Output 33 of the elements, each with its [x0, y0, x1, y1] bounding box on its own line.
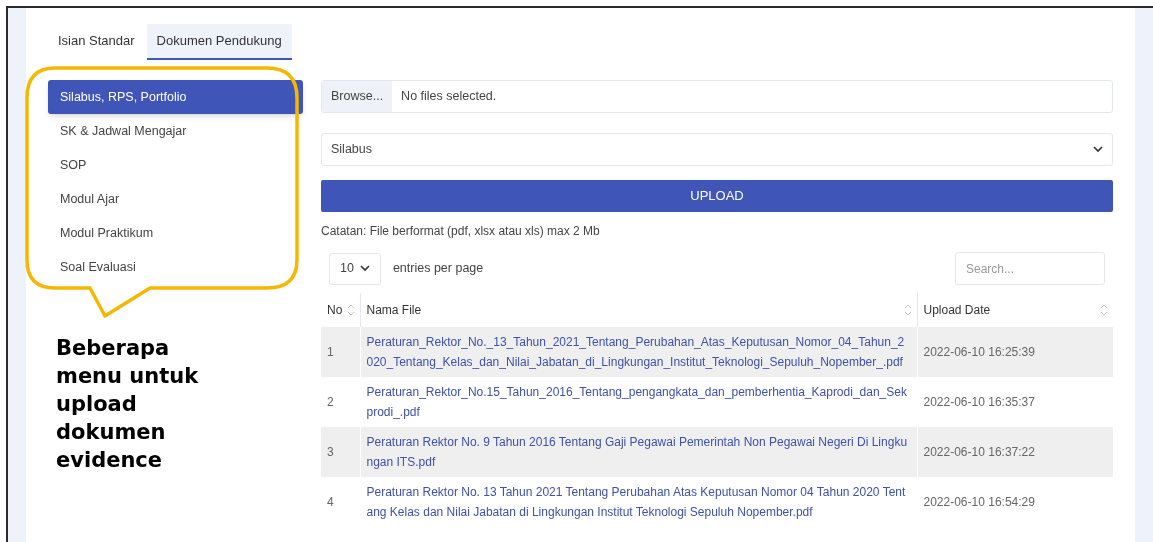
sort-icon[interactable]: [1101, 304, 1107, 316]
file-link[interactable]: Peraturan_Rektor_No._13_Tahun_2021_Tentang_Perubahan_Atas_Keputusan_Nomor_04_Tahun_2020_Tentang_Kelas_dan_Nilai_Jabatan_di_Lingkungan_Institut_Teknologi_Sepuluh_Nopember_.pdf: [360, 327, 917, 377]
sort-icon[interactable]: [347, 304, 354, 316]
entries-label: entries per page: [392, 260, 484, 278]
sort-icon[interactable]: [904, 304, 911, 316]
sidebar-item[interactable]: Modul Ajar: [48, 182, 303, 216]
browse-button[interactable]: Browse...: [322, 81, 393, 112]
file-link[interactable]: Peraturan Rektor No. 9 Tahun 2016 Tentang Gaji Pegawai Pemerintah Non Pegawai Negeri Di Lingkungan ITS.pdf: [360, 427, 917, 477]
chevron-down-icon: [1093, 146, 1103, 153]
table-cell: 2022-06-10 16:35:37: [917, 377, 1113, 427]
sidebar-item[interactable]: SK & Jadwal Mengajar: [48, 114, 303, 148]
upload-note: Catatan: File berformat (pdf, xlsx atau xls) max 2 Mb: [321, 223, 601, 240]
table-cell: 1: [321, 327, 360, 377]
sidebar-item[interactable]: Silabus, RPS, Portfolio: [48, 80, 303, 114]
sidebar-item[interactable]: Soal Evaluasi: [48, 250, 303, 284]
search-field[interactable]: Search...: [955, 252, 1105, 285]
page-size-select[interactable]: 10: [329, 252, 381, 285]
table-cell: 2022-06-10 16:25:39: [917, 327, 1113, 377]
column-header[interactable]: Upload Date: [917, 293, 1113, 327]
upload-button[interactable]: UPLOAD: [321, 180, 1113, 212]
tab[interactable]: Dokumen Pendukung: [146, 24, 292, 60]
chevron-down-icon: [359, 265, 370, 272]
tab[interactable]: Isian Standar: [48, 24, 145, 60]
file-status: No files selected.: [400, 88, 498, 106]
table-cell: 2: [321, 377, 360, 427]
table-cell: 3: [321, 427, 360, 477]
sidebar-item[interactable]: SOP: [48, 148, 303, 182]
table-cell: 2022-06-10 16:37:22: [917, 427, 1113, 477]
category-select[interactable]: Silabus: [321, 133, 1113, 166]
file-link[interactable]: Peraturan_Rektor_No.15_Tahun_2016_Tentang_pengangkata_dan_pemberhentia_Kaprodi_dan_Sekprodi_.pdf: [360, 377, 917, 427]
sidebar-item[interactable]: Modul Praktikum: [48, 216, 303, 250]
annotation-text: Beberapa menu untuk upload dokumen evidence: [56, 335, 200, 474]
file-input[interactable]: Browse... No files selected.: [321, 80, 1113, 113]
